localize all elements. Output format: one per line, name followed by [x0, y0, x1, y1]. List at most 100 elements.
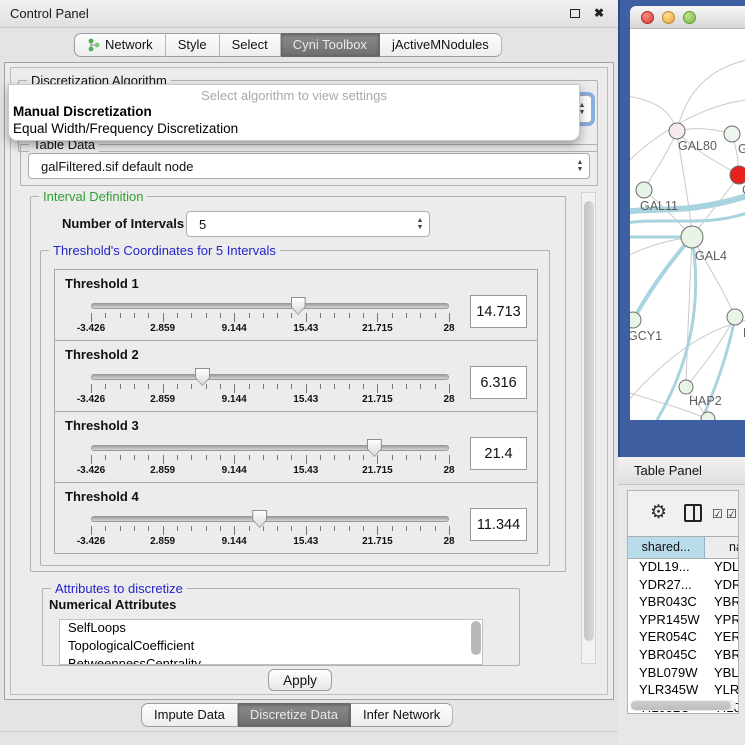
attribute-list-item[interactable]: BetweennessCentrality	[60, 656, 482, 665]
slider-tick	[334, 526, 335, 531]
cell-name: YPR1	[705, 612, 739, 630]
panel-scrollbar-track[interactable]	[581, 192, 596, 664]
slider-tick	[406, 313, 407, 318]
tab-jactivemnodules[interactable]: jActiveMNodules	[380, 33, 502, 57]
cell-shared-name: YBL079W	[628, 665, 705, 683]
tab-cyni-toolbox[interactable]: Cyni Toolbox	[281, 33, 380, 57]
slider-track[interactable]	[91, 445, 449, 451]
tab-network[interactable]: Network	[74, 33, 166, 57]
attributes-list-scrollbar[interactable]	[471, 621, 481, 655]
threshold-value-field[interactable]: 21.4	[470, 437, 527, 470]
float-panel-icon[interactable]	[568, 7, 582, 21]
table-row[interactable]: YLR345WYLR3	[628, 682, 739, 700]
network-node[interactable]	[681, 226, 703, 248]
gear-icon[interactable]: ⚙	[650, 501, 667, 524]
threshold-slider[interactable]: -3.4262.8599.14415.4321.71528	[91, 513, 449, 549]
slider-tick	[449, 384, 450, 393]
attribute-list-item[interactable]: TopologicalCoefficient	[60, 638, 482, 656]
attributes-group-label: Attributes to discretize	[51, 581, 187, 596]
table-row[interactable]: YDR27...YDR2	[628, 577, 739, 595]
slider-tick-label: -3.426	[77, 536, 105, 547]
slider-tick	[105, 384, 106, 389]
slider-tick	[277, 526, 278, 531]
slider-tick-label: 21.715	[362, 323, 393, 334]
panel-scrollbar-thumb[interactable]	[584, 201, 594, 641]
slider-tick	[377, 384, 378, 393]
threshold-label: Threshold 1	[65, 276, 139, 291]
slider-tick-label: 2.859	[150, 536, 175, 547]
attribute-list-item[interactable]: SelfLoops	[60, 620, 482, 638]
table-data-combobox[interactable]: galFiltered.sif default node ▲▼	[28, 153, 590, 179]
slider-tick	[120, 313, 121, 318]
network-node[interactable]	[701, 412, 715, 420]
column-header-name[interactable]: na	[705, 537, 739, 558]
slider-ticks	[91, 455, 449, 464]
algorithm-option-equal-width[interactable]: Equal Width/Frequency Discretization	[9, 120, 579, 137]
table-row[interactable]: YBR043CYBR0	[628, 594, 739, 612]
table-row[interactable]: YER054CYER0	[628, 629, 739, 647]
network-canvas[interactable]: GAL80GACGAL11GAL4GCY1HHAP2	[630, 29, 745, 420]
slider-track[interactable]	[91, 516, 449, 522]
tab-infer-network[interactable]: Infer Network	[351, 703, 453, 727]
network-edge	[630, 95, 677, 131]
checkbox-icon[interactable]: ☑	[712, 507, 723, 521]
tab-label: Style	[178, 34, 207, 56]
slider-tick	[191, 313, 192, 318]
close-panel-icon[interactable]: ✖	[592, 7, 606, 21]
float-glyph	[570, 9, 580, 18]
attributes-group: Attributes to discretize Numerical Attri…	[42, 588, 520, 666]
column-header-shared-name[interactable]: shared...	[628, 537, 705, 558]
network-node[interactable]	[630, 312, 641, 328]
slider-tick	[363, 526, 364, 531]
slider-tick	[363, 455, 364, 460]
tab-select[interactable]: Select	[220, 33, 281, 57]
numerical-attributes-list[interactable]: SelfLoopsTopologicalCoefficientBetweenne…	[59, 619, 483, 665]
zoom-window-icon[interactable]	[683, 11, 696, 24]
network-view-window[interactable]: GAL80GACGAL11GAL4GCY1HHAP2	[618, 0, 745, 457]
network-node[interactable]	[724, 126, 740, 142]
network-node[interactable]	[730, 166, 745, 184]
threshold-row-4: Threshold 4-3.4262.8599.14415.4321.71528…	[54, 482, 538, 554]
slider-tick	[435, 526, 436, 531]
algorithm-option-manual[interactable]: Manual Discretization	[9, 103, 579, 120]
threshold-slider[interactable]: -3.4262.8599.14415.4321.71528	[91, 442, 449, 478]
slider-tick-label: 28	[443, 465, 454, 476]
table-hscrollbar-track[interactable]	[630, 700, 736, 711]
number-of-intervals-combobox[interactable]: 5 ▲▼	[186, 211, 430, 237]
split-panel-icon[interactable]	[684, 504, 702, 522]
slider-tick	[449, 455, 450, 464]
table-row[interactable]: YPR145WYPR1	[628, 612, 739, 630]
close-window-icon[interactable]	[641, 11, 654, 24]
network-edge	[686, 237, 692, 387]
slider-tick	[148, 384, 149, 389]
threshold-value-field[interactable]: 6.316	[470, 366, 527, 399]
cell-name: YER0	[705, 629, 739, 647]
threshold-value-field[interactable]: 11.344	[470, 508, 527, 541]
table-hscrollbar-thumb[interactable]	[631, 701, 731, 710]
table-row[interactable]: YBL079WYBL0	[628, 665, 739, 683]
checkbox-icon[interactable]: ☑	[726, 507, 737, 521]
network-node[interactable]	[636, 182, 652, 198]
tab-impute-data[interactable]: Impute Data	[141, 703, 238, 727]
network-window-titlebar[interactable]	[630, 6, 745, 29]
slider-track[interactable]	[91, 303, 449, 309]
tab-discretize-data[interactable]: Discretize Data	[238, 703, 351, 727]
slider-track[interactable]	[91, 374, 449, 380]
threshold-slider[interactable]: -3.4262.8599.14415.4321.71528	[91, 371, 449, 407]
table-row[interactable]: YBR045CYBR0	[628, 647, 739, 665]
slider-tick	[420, 313, 421, 318]
threshold-slider[interactable]: -3.4262.8599.14415.4321.71528	[91, 300, 449, 336]
network-node[interactable]	[727, 309, 743, 325]
table-row[interactable]: YDL19...YDL1	[628, 559, 739, 577]
tab-style[interactable]: Style	[166, 33, 220, 57]
threshold-coordinates-label: Threshold's Coordinates for 5 Intervals	[49, 243, 280, 258]
threshold-value-field[interactable]: 14.713	[470, 295, 527, 328]
slider-tick	[392, 313, 393, 318]
slider-tick	[263, 455, 264, 460]
network-node[interactable]	[679, 380, 693, 394]
apply-button[interactable]: Apply	[268, 669, 332, 691]
minimize-window-icon[interactable]	[662, 11, 675, 24]
network-node[interactable]	[669, 123, 685, 139]
slider-tick	[105, 455, 106, 460]
network-edge	[630, 213, 745, 224]
